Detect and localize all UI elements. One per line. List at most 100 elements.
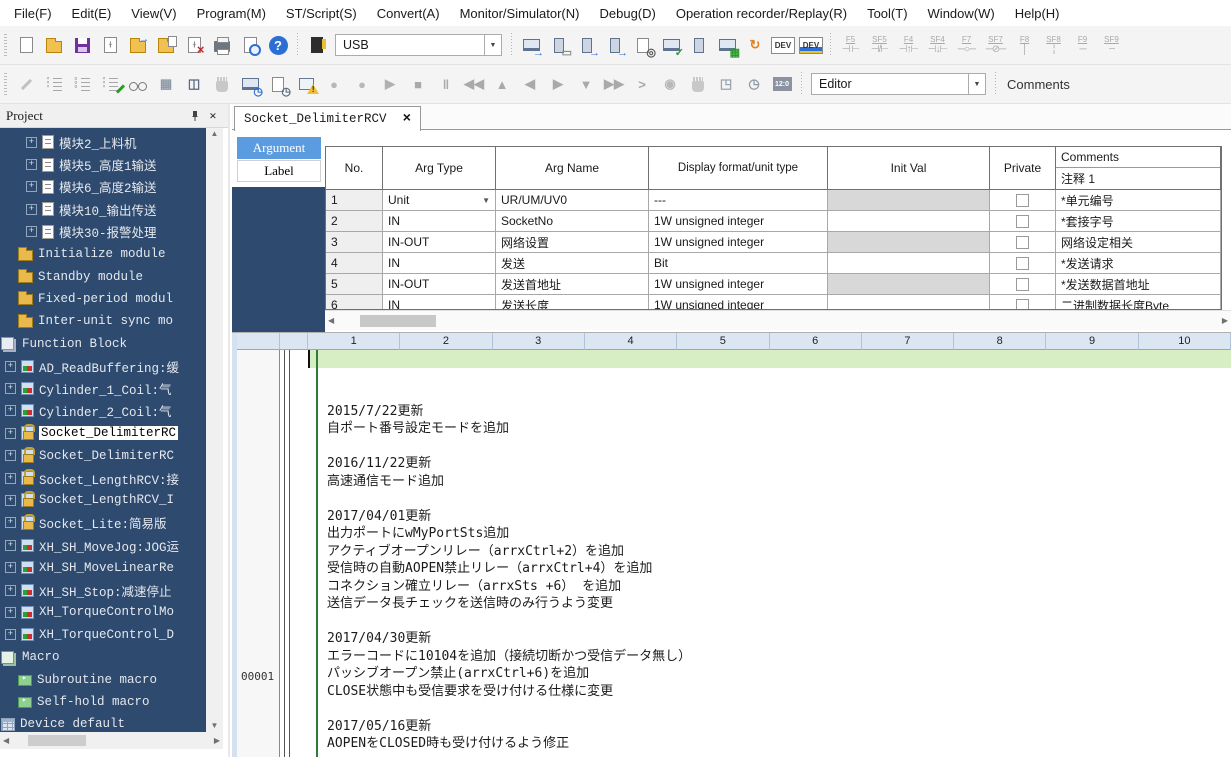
expand-plus-icon[interactable]: +	[5, 450, 16, 461]
tree-item[interactable]: Macro	[0, 646, 206, 668]
display-format-cell[interactable]: 1W unsigned integer	[649, 274, 828, 295]
expand-plus-icon[interactable]: +	[5, 629, 16, 640]
step-up-button[interactable]: ▲	[488, 70, 516, 98]
expand-plus-icon[interactable]: +	[5, 473, 16, 484]
time-chart-button[interactable]: 12:0	[768, 70, 796, 98]
expand-plus-icon[interactable]: +	[5, 405, 16, 416]
menu-item[interactable]: Monitor/Simulator(N)	[450, 0, 590, 26]
init-val-cell[interactable]	[828, 232, 990, 253]
chevron-down-icon[interactable]: ▼	[485, 34, 502, 56]
chevron-down-icon[interactable]: ▼	[482, 196, 490, 205]
tree-item[interactable]: + 模块6_高度2输送	[0, 176, 206, 198]
coil-button[interactable]: F7─○─	[952, 30, 981, 60]
expand-plus-icon[interactable]: +	[5, 361, 16, 372]
step-down-button[interactable]: ▼	[572, 70, 600, 98]
arg-type-cell[interactable]: IN-OUT	[383, 274, 496, 295]
close-icon[interactable]: ×	[204, 107, 222, 125]
editor-mode-combo[interactable]: Editor ▼	[811, 72, 986, 96]
play-button[interactable]: ▶	[376, 70, 404, 98]
pin-icon[interactable]	[186, 107, 204, 125]
ruler-column-header[interactable]: 7	[862, 333, 954, 350]
dev-monitor-icon[interactable]: DEV	[769, 31, 797, 59]
contact-open-button[interactable]: F5⊣ ⊢	[836, 30, 865, 60]
arg-name-cell[interactable]: 发送长度	[496, 295, 649, 310]
expand-plus-icon[interactable]: +	[5, 428, 16, 439]
ruler-column-header[interactable]: 8	[954, 333, 1046, 350]
private-checkbox[interactable]	[1016, 278, 1029, 291]
menu-item[interactable]: Edit(E)	[62, 0, 122, 26]
device-list-icon[interactable]	[68, 70, 96, 98]
coil-negated-button[interactable]: SF7─⊘─	[981, 30, 1010, 60]
run-to-cursor-button[interactable]: >	[628, 70, 656, 98]
dev-monitor-colored-icon[interactable]: DEV	[797, 31, 825, 59]
menu-item[interactable]: Window(W)	[918, 0, 1005, 26]
init-val-cell[interactable]	[828, 253, 990, 274]
expand-plus-icon[interactable]: +	[5, 517, 16, 528]
horizontal-line-button[interactable]: F9─	[1068, 30, 1097, 60]
tree-item[interactable]: Fixed-period modul	[0, 288, 206, 310]
step-forward-button[interactable]: ▶	[544, 70, 572, 98]
tree-item[interactable]: + 模块10_输出传送	[0, 198, 206, 220]
menu-item[interactable]: Tool(T)	[857, 0, 917, 26]
grid-window-icon[interactable]: ▦	[152, 70, 180, 98]
menu-item[interactable]: Operation recorder/Replay(R)	[666, 0, 857, 26]
menu-item[interactable]: Program(M)	[187, 0, 276, 26]
comment-cell[interactable]: *套接字号	[1056, 211, 1221, 232]
arg-type-cell[interactable]: Unit▼	[383, 190, 496, 211]
vertical-line-button[interactable]: F8│	[1010, 30, 1039, 60]
ladder-document-icon[interactable]	[96, 31, 124, 59]
menu-item[interactable]: ST/Script(S)	[276, 0, 367, 26]
record-stop-button[interactable]: ●	[348, 70, 376, 98]
tree-item[interactable]: + Cylinder_2_Coil:气	[0, 400, 206, 422]
arg-type-cell[interactable]: IN	[383, 295, 496, 310]
ruler-column-header[interactable]: 4	[585, 333, 677, 350]
tree-item[interactable]: + 模块2_上料机	[0, 131, 206, 153]
comment-cell[interactable]: *发送请求	[1056, 253, 1221, 274]
contact-rising-button[interactable]: F4⊣↑⊢	[894, 30, 923, 60]
tree-item[interactable]: + Socket_DelimiterRC	[0, 422, 206, 444]
print-preview-icon[interactable]	[236, 31, 264, 59]
tab-socket-delimiterrcv[interactable]: Socket_DelimiterRCV ×	[234, 106, 421, 131]
display-format-cell[interactable]: 1W unsigned integer	[649, 232, 828, 253]
private-checkbox[interactable]	[1016, 299, 1029, 311]
project-vertical-scrollbar[interactable]: ▲ ▼	[206, 128, 223, 732]
help-icon[interactable]: ?	[264, 31, 292, 59]
ruler-column-header[interactable]: 3	[493, 333, 585, 350]
toolbar-grip[interactable]	[4, 34, 7, 56]
tree-item[interactable]: Initialize module	[0, 243, 206, 265]
pause-button[interactable]: ‖	[432, 70, 460, 98]
menu-item[interactable]: View(V)	[121, 0, 186, 26]
scroll-right-icon[interactable]: ▶	[1219, 317, 1231, 325]
write-to-device-icon[interactable]: →	[601, 31, 629, 59]
tree-item[interactable]: + XH_SH_Stop:减速停止	[0, 579, 206, 601]
label-tab-button[interactable]: Label	[237, 160, 321, 182]
tree-item[interactable]: + XH_SH_MoveJog:JOG运	[0, 534, 206, 556]
step-back-button[interactable]: ◀	[516, 70, 544, 98]
hand-tool-button[interactable]	[684, 70, 712, 98]
expand-plus-icon[interactable]: +	[5, 540, 16, 551]
plc-connection-icon[interactable]	[303, 31, 331, 59]
private-checkbox[interactable]	[1016, 194, 1029, 207]
import-ladder-icon[interactable]	[152, 31, 180, 59]
pause-output-disabled-icon[interactable]	[208, 70, 236, 98]
open-ladder-icon[interactable]	[124, 31, 152, 59]
init-val-cell[interactable]	[828, 274, 990, 295]
private-checkbox[interactable]	[1016, 257, 1029, 270]
expand-plus-icon[interactable]: +	[5, 607, 16, 618]
label-list-icon[interactable]	[40, 70, 68, 98]
print-icon[interactable]	[208, 31, 236, 59]
scrollbar-thumb[interactable]	[28, 735, 86, 746]
init-val-cell[interactable]	[828, 211, 990, 232]
scrollbar-thumb[interactable]	[360, 315, 436, 327]
ruler-column-header[interactable]: 10	[1139, 333, 1231, 350]
expand-plus-icon[interactable]: +	[26, 159, 37, 170]
monitor-frame-button[interactable]: ◳	[712, 70, 740, 98]
tree-item[interactable]: + Socket_LengthRCV:接	[0, 467, 206, 489]
horizontal-line-delete-button[interactable]: SF9┄	[1097, 30, 1126, 60]
edit-list-icon[interactable]	[96, 70, 124, 98]
write-to-plc-icon[interactable]: →	[517, 31, 545, 59]
arg-type-cell[interactable]: IN	[383, 253, 496, 274]
comment-cell[interactable]: *单元编号	[1056, 190, 1221, 211]
contact-falling-button[interactable]: SF4⊣↓⊢	[923, 30, 952, 60]
argument-tab-button[interactable]: Argument	[237, 137, 321, 159]
